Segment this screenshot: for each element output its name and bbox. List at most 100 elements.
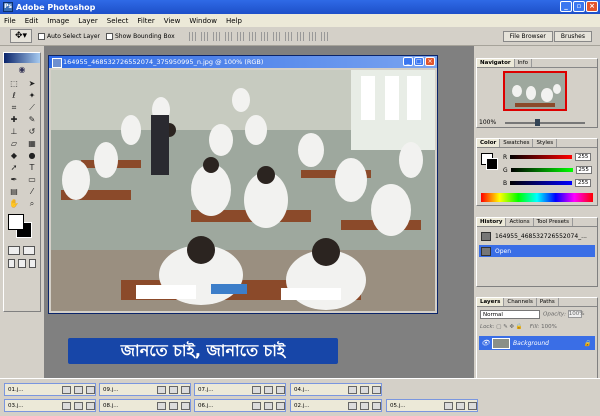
hand-tool-icon[interactable]: ✋ bbox=[6, 198, 22, 209]
healing-brush-icon[interactable]: ✚ bbox=[6, 114, 22, 125]
close-icon[interactable] bbox=[86, 385, 95, 394]
close-icon[interactable] bbox=[181, 401, 190, 410]
maximize-icon[interactable] bbox=[264, 385, 273, 394]
tab-navigator[interactable]: Navigator bbox=[477, 59, 515, 67]
type-tool-icon[interactable]: T bbox=[24, 162, 40, 173]
color-swatches[interactable] bbox=[6, 214, 38, 240]
align-icon[interactable] bbox=[248, 31, 258, 41]
red-value[interactable]: 255 bbox=[575, 153, 592, 161]
color-spectrum-bar[interactable] bbox=[481, 193, 593, 202]
blue-slider[interactable] bbox=[510, 181, 573, 185]
gradient-tool-icon[interactable]: ▦ bbox=[24, 138, 40, 149]
menu-select[interactable]: Select bbox=[107, 17, 129, 25]
eye-visibility-icon[interactable]: 👁 bbox=[481, 339, 490, 347]
layer-row-background[interactable]: 👁 Background 🔒 bbox=[479, 336, 595, 350]
tab-tool-presets[interactable]: Tool Presets bbox=[534, 218, 574, 226]
slice-tool-icon[interactable]: ⟋ bbox=[24, 102, 40, 113]
close-icon[interactable] bbox=[372, 385, 381, 394]
menu-window[interactable]: Window bbox=[189, 17, 217, 25]
history-state-open[interactable]: Open bbox=[479, 245, 595, 257]
minimized-doc[interactable]: 03.j... bbox=[4, 399, 96, 412]
dodge-tool-icon[interactable]: ● bbox=[24, 150, 40, 161]
pen-tool-icon[interactable]: ✒ bbox=[6, 174, 22, 185]
close-icon[interactable] bbox=[181, 385, 190, 394]
minimized-doc[interactable]: 04.j... bbox=[290, 383, 382, 396]
align-icon[interactable] bbox=[188, 31, 198, 41]
standard-mode-icon[interactable] bbox=[8, 246, 20, 255]
distribute-icon[interactable] bbox=[308, 31, 318, 41]
maximize-icon[interactable] bbox=[169, 385, 178, 394]
maximize-icon[interactable] bbox=[456, 401, 465, 410]
align-icon[interactable] bbox=[200, 31, 210, 41]
shape-tool-icon[interactable]: ▭ bbox=[24, 174, 40, 185]
screen-mode-icon[interactable] bbox=[8, 259, 16, 268]
move-tool-preset-icon[interactable]: ✥▾ bbox=[10, 29, 32, 43]
distribute-icon[interactable] bbox=[260, 31, 270, 41]
tab-styles[interactable]: Styles bbox=[533, 139, 558, 147]
minimized-doc[interactable]: 07.j... bbox=[194, 383, 286, 396]
distribute-icon[interactable] bbox=[320, 31, 330, 41]
close-icon[interactable] bbox=[372, 401, 381, 410]
close-icon[interactable] bbox=[468, 401, 477, 410]
file-browser-tab[interactable]: File Browser bbox=[502, 31, 553, 42]
maximize-icon[interactable] bbox=[74, 385, 83, 394]
menu-file[interactable]: File bbox=[4, 17, 16, 25]
menu-filter[interactable]: Filter bbox=[137, 17, 154, 25]
document-title[interactable]: 164955_468532726552074_375950995_n.jpg @… bbox=[49, 56, 437, 68]
close-icon[interactable] bbox=[276, 401, 285, 410]
eye-logo-icon[interactable]: ◉ bbox=[4, 63, 40, 77]
tab-actions[interactable]: Actions bbox=[506, 218, 534, 226]
align-icon[interactable] bbox=[236, 31, 246, 41]
tab-history[interactable]: History bbox=[477, 218, 507, 226]
close-icon[interactable] bbox=[86, 401, 95, 410]
minimized-doc[interactable]: 08.j... bbox=[99, 399, 191, 412]
zoom-slider-handle[interactable] bbox=[535, 119, 540, 126]
restore-icon[interactable] bbox=[62, 401, 71, 410]
tab-layers[interactable]: Layers bbox=[477, 298, 505, 306]
distribute-icon[interactable] bbox=[284, 31, 294, 41]
minimized-doc[interactable]: 06.j... bbox=[194, 399, 286, 412]
restore-icon[interactable] bbox=[444, 401, 453, 410]
restore-icon[interactable] bbox=[252, 385, 261, 394]
eraser-tool-icon[interactable]: ▱ bbox=[6, 138, 22, 149]
crop-tool-icon[interactable]: ⌗ bbox=[6, 102, 22, 113]
maximize-icon[interactable] bbox=[74, 401, 83, 410]
red-slider[interactable] bbox=[510, 155, 573, 159]
history-snapshot[interactable]: 164955_468532726552074_... bbox=[479, 230, 595, 242]
minimize-icon[interactable]: _ bbox=[560, 1, 572, 12]
green-value[interactable]: 255 bbox=[575, 166, 592, 174]
history-brush-icon[interactable]: ↺ bbox=[24, 126, 40, 137]
magic-wand-icon[interactable]: ✦ bbox=[24, 90, 40, 101]
tab-channels[interactable]: Channels bbox=[504, 298, 537, 306]
notes-tool-icon[interactable]: ▤ bbox=[6, 186, 22, 197]
doc-minimize-icon[interactable]: _ bbox=[403, 57, 413, 66]
fill-input[interactable]: 100% bbox=[541, 324, 557, 330]
close-icon[interactable] bbox=[276, 385, 285, 394]
align-icon[interactable] bbox=[212, 31, 222, 41]
blend-mode-select[interactable]: Normal bbox=[480, 310, 540, 319]
maximize-icon[interactable] bbox=[169, 401, 178, 410]
foreground-color-swatch[interactable] bbox=[8, 214, 24, 230]
restore-icon[interactable] bbox=[348, 401, 357, 410]
quick-mask-icon[interactable] bbox=[23, 246, 35, 255]
zoom-slider[interactable] bbox=[505, 122, 585, 124]
tab-color[interactable]: Color bbox=[477, 139, 501, 147]
screen-mode-icon[interactable] bbox=[18, 259, 26, 268]
tab-paths[interactable]: Paths bbox=[537, 298, 559, 306]
menu-image[interactable]: Image bbox=[47, 17, 69, 25]
minimized-doc[interactable]: 01.j... bbox=[4, 383, 96, 396]
brush-tool-icon[interactable]: ✎ bbox=[24, 114, 40, 125]
lasso-tool-icon[interactable]: ℓ bbox=[6, 90, 22, 101]
restore-icon[interactable] bbox=[157, 385, 166, 394]
menu-view[interactable]: View bbox=[164, 17, 181, 25]
blue-value[interactable]: 255 bbox=[575, 179, 592, 187]
tab-info[interactable]: Info bbox=[515, 59, 532, 67]
eyedropper-icon[interactable]: ⁄ bbox=[24, 186, 40, 197]
green-slider[interactable] bbox=[510, 168, 573, 172]
close-icon[interactable]: × bbox=[586, 1, 598, 12]
zoom-tool-icon[interactable]: ⌕ bbox=[24, 198, 40, 209]
bounding-box-checkbox[interactable]: Show Bounding Box bbox=[105, 32, 175, 40]
minimized-doc[interactable]: 02.j... bbox=[290, 399, 382, 412]
brushes-tab[interactable]: Brushes bbox=[553, 31, 592, 42]
navigator-thumbnail[interactable] bbox=[503, 71, 567, 111]
